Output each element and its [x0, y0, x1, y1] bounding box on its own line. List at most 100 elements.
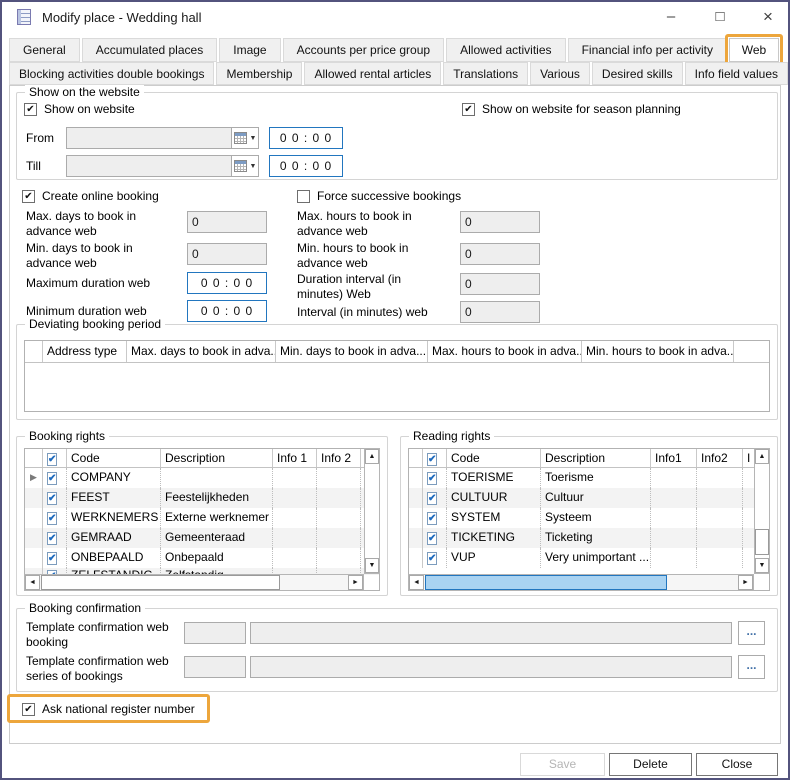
ask-national-register-checkbox[interactable]: Ask national register number [22, 702, 195, 716]
column-header-min-days[interactable]: Min. days to book in adva... [276, 341, 428, 362]
maximize-button[interactable]: □ [699, 2, 741, 32]
table-row[interactable]: TICKETING Ticketing [409, 528, 769, 548]
template-web-booking-code-input[interactable] [184, 622, 246, 644]
row-checkbox[interactable] [423, 528, 447, 548]
scroll-right-icon[interactable]: ► [738, 575, 753, 590]
scroll-down-icon[interactable]: ▼ [365, 558, 379, 573]
reading-rights-horizontal-scrollbar[interactable]: ◄ ► [408, 574, 754, 591]
table-row[interactable]: TOERISME Toerisme [409, 468, 769, 488]
row-checkbox[interactable] [43, 528, 67, 548]
table-row[interactable]: VUP Very unimportant ... [409, 548, 769, 568]
column-header-max-hours[interactable]: Max. hours to book in adva... [428, 341, 582, 362]
table-row[interactable]: GEMRAAD Gemeenteraad [25, 528, 379, 548]
min-hours-input[interactable]: 0 [460, 243, 540, 265]
tab-translations[interactable]: Translations [443, 62, 528, 85]
checkbox-icon [24, 103, 37, 116]
row-checkbox[interactable] [43, 508, 67, 528]
max-hours-input[interactable]: 0 [460, 211, 540, 233]
template-web-series-code-input[interactable] [184, 656, 246, 678]
row-checkbox[interactable] [423, 508, 447, 528]
column-header-max-days[interactable]: Max. days to book in adva... [127, 341, 276, 362]
scroll-left-icon[interactable]: ◄ [25, 575, 40, 590]
cell-info1 [273, 528, 317, 548]
tab-info-field-values[interactable]: Info field values [685, 62, 788, 85]
column-header-description[interactable]: Description [161, 449, 273, 467]
till-date-picker-button[interactable]: ▼ [231, 155, 259, 177]
column-header-address-type[interactable]: Address type [43, 341, 127, 362]
column-header-code[interactable]: Code [447, 449, 541, 467]
column-header-partial[interactable]: I [743, 449, 751, 467]
scrollbar-thumb[interactable] [425, 575, 667, 590]
column-header-code[interactable]: Code [67, 449, 161, 467]
tab-membership[interactable]: Membership [216, 62, 302, 85]
booking-rights-horizontal-scrollbar[interactable]: ◄ ► [24, 574, 364, 591]
table-row[interactable]: WERKNEMERS E Externe werknemer [25, 508, 379, 528]
scroll-up-icon[interactable]: ▲ [755, 449, 769, 464]
row-checkbox[interactable] [43, 468, 67, 488]
duration-interval-input[interactable]: 0 [460, 273, 540, 295]
close-button[interactable]: Close [696, 753, 778, 776]
table-row[interactable]: FEEST Feestelijkheden [25, 488, 379, 508]
tab-blocking-activities-double-bookings[interactable]: Blocking activities double bookings [9, 62, 214, 85]
row-checkbox[interactable] [423, 468, 447, 488]
row-selector-header [25, 341, 43, 362]
column-header-min-hours[interactable]: Min. hours to book in adva... [582, 341, 734, 362]
column-header-info2[interactable]: Info2 [697, 449, 743, 467]
table-row[interactable]: SYSTEM Systeem [409, 508, 769, 528]
reading-rights-vertical-scrollbar[interactable]: ▲ ▼ [754, 448, 770, 574]
table-row[interactable]: CULTUUR Cultuur [409, 488, 769, 508]
force-successive-bookings-checkbox[interactable]: Force successive bookings [297, 189, 461, 203]
row-checkbox[interactable] [43, 548, 67, 568]
minimize-button[interactable]: – [650, 2, 692, 32]
interval-input[interactable]: 0 [460, 301, 540, 323]
scroll-up-icon[interactable]: ▲ [365, 449, 379, 464]
column-header-info1[interactable]: Info1 [651, 449, 697, 467]
min-days-input[interactable]: 0 [187, 243, 267, 265]
create-online-booking-checkbox[interactable]: Create online booking [22, 189, 159, 203]
column-header-info2[interactable]: Info 2 [317, 449, 361, 467]
till-time-input[interactable]: 0 0 : 0 0 [269, 155, 343, 177]
tab-accounts-per-price-group[interactable]: Accounts per price group [283, 38, 444, 62]
scroll-down-icon[interactable]: ▼ [755, 558, 769, 573]
booking-rights-vertical-scrollbar[interactable]: ▲ ▼ [364, 448, 380, 574]
row-checkbox[interactable] [423, 548, 447, 568]
tab-allowed-rental-articles[interactable]: Allowed rental articles [304, 62, 441, 85]
browse-template-web-booking-button[interactable]: ... [738, 621, 765, 645]
season-planning-checkbox[interactable]: Show on website for season planning [462, 102, 681, 116]
tab-accumulated-places[interactable]: Accumulated places [82, 38, 217, 62]
select-all-checkbox[interactable] [43, 449, 67, 467]
select-all-checkbox[interactable] [423, 449, 447, 467]
show-on-website-checkbox[interactable]: Show on website [24, 102, 135, 116]
browse-template-web-series-button[interactable]: ... [738, 655, 765, 679]
tab-various[interactable]: Various [530, 62, 590, 85]
from-time-input[interactable]: 0 0 : 0 0 [269, 127, 343, 149]
till-date-input[interactable] [66, 155, 232, 177]
min-duration-input[interactable]: 0 0 : 0 0 [187, 300, 267, 322]
row-checkbox[interactable] [43, 488, 67, 508]
column-header-info1[interactable]: Info 1 [273, 449, 317, 467]
column-header-description[interactable]: Description [541, 449, 651, 467]
from-date-picker-button[interactable]: ▼ [231, 127, 259, 149]
max-duration-input[interactable]: 0 0 : 0 0 [187, 272, 267, 294]
close-icon[interactable]: × [747, 2, 789, 32]
tab-financial-info-per-activity[interactable]: Financial info per activity [568, 38, 727, 62]
template-web-booking-input[interactable] [250, 622, 732, 644]
cell-info1 [651, 468, 697, 488]
save-button[interactable]: Save [520, 753, 605, 776]
max-days-input[interactable]: 0 [187, 211, 267, 233]
tab-general[interactable]: General [9, 38, 80, 62]
row-checkbox[interactable] [423, 488, 447, 508]
delete-button[interactable]: Delete [609, 753, 692, 776]
scroll-left-icon[interactable]: ◄ [409, 575, 424, 590]
table-row[interactable]: ▶ COMPANY [25, 468, 379, 488]
template-web-series-input[interactable] [250, 656, 732, 678]
tab-allowed-activities[interactable]: Allowed activities [446, 38, 565, 62]
tab-web[interactable]: Web [729, 38, 779, 62]
table-row[interactable]: ONBEPAALD Onbepaald [25, 548, 379, 568]
scrollbar-thumb[interactable] [41, 575, 280, 590]
from-date-input[interactable] [66, 127, 232, 149]
scroll-right-icon[interactable]: ► [348, 575, 363, 590]
tab-desired-skills[interactable]: Desired skills [592, 62, 683, 85]
scrollbar-thumb[interactable] [755, 529, 769, 555]
tab-image[interactable]: Image [219, 38, 280, 62]
